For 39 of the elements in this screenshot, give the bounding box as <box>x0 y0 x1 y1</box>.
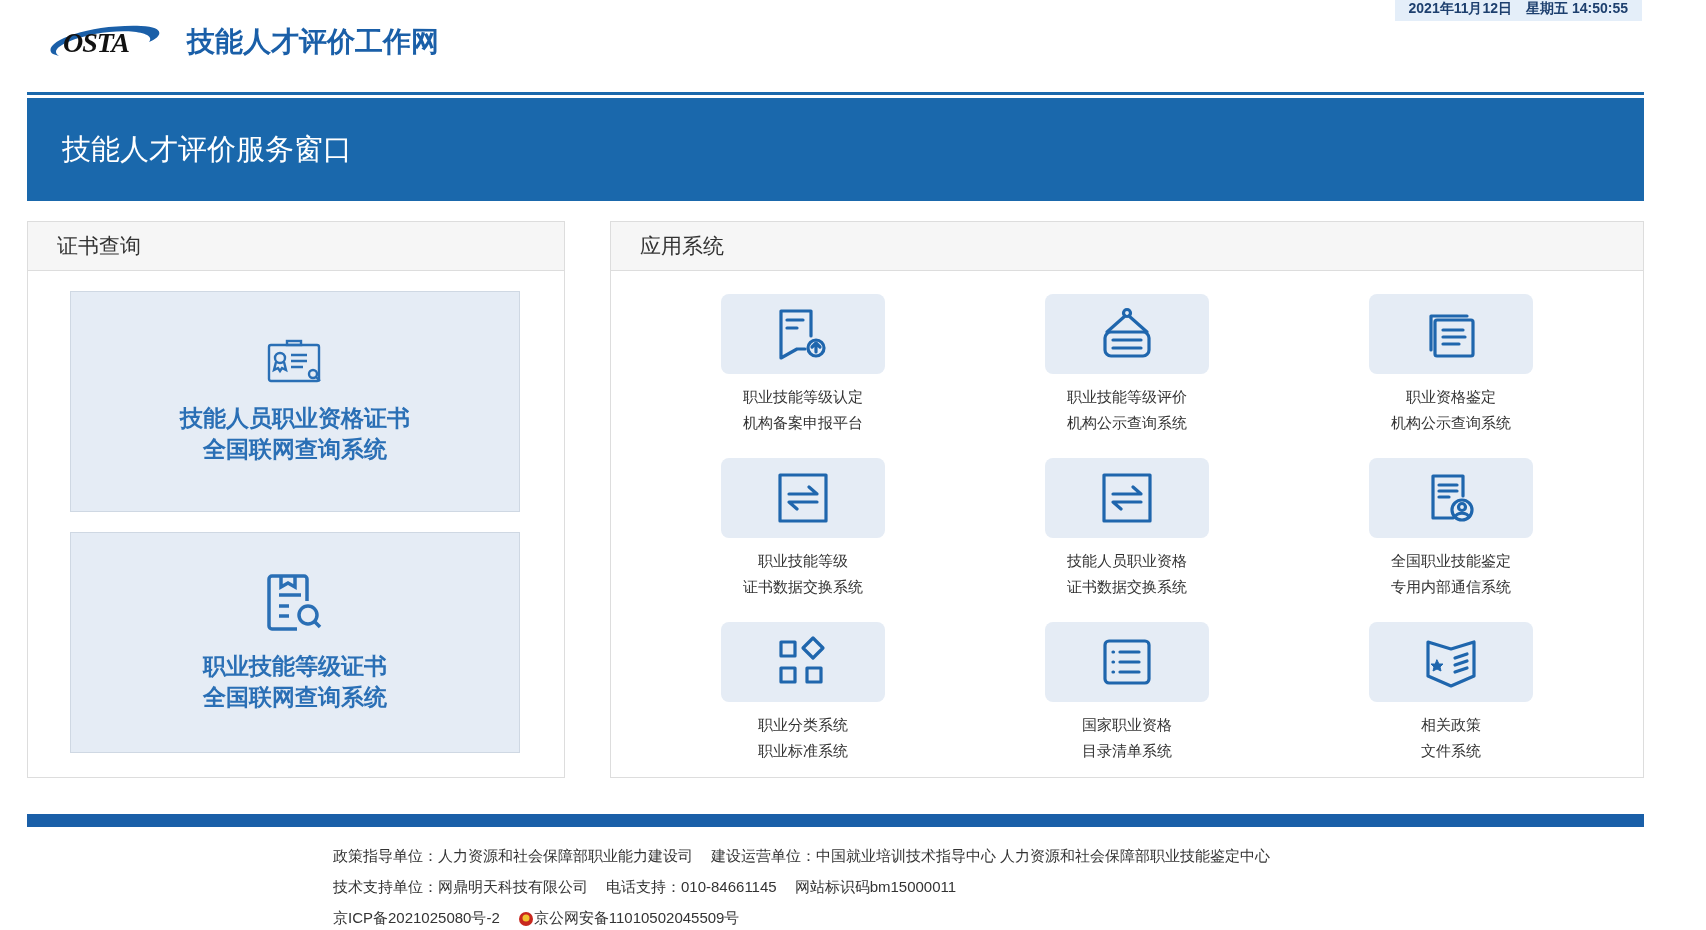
footer-text: 网站标识码bm15000011 <box>794 878 957 897</box>
panel-title: 证书查询 <box>57 233 141 259</box>
exchange-arrows-icon <box>775 470 831 526</box>
app-tile[interactable] <box>721 458 885 538</box>
footer-text: 建设运营单位：中国就业培训技术指导中心 人力资源和社会保障部职业技能鉴定中心 <box>711 847 1271 866</box>
app-link[interactable]: 职业资格鉴定 机构公示查询系统 <box>1391 384 1511 436</box>
panel-title: 应用系统 <box>640 233 724 259</box>
logo-text: OSTA <box>63 27 130 59</box>
app-link[interactable]: 全国职业技能鉴定 专用内部通信系统 <box>1391 548 1511 600</box>
emblem-icon <box>517 910 534 927</box>
query-card[interactable]: 技能人员职业资格证书 全国联网查询系统 <box>70 291 520 512</box>
app-link[interactable]: 职业技能等级认定 机构备案申报平台 <box>743 384 863 436</box>
exchange-arrows-icon <box>1099 470 1155 526</box>
app-tile[interactable] <box>721 622 885 702</box>
footer-text: 技术支持单位：网鼎明天科技有限公司 <box>333 878 588 897</box>
card-title: 技能人员职业资格证书 全国联网查询系统 <box>180 403 410 464</box>
app-link[interactable]: 职业分类系统 职业标准系统 <box>758 712 848 764</box>
banner-title: 技能人才评价服务窗口 <box>62 131 352 167</box>
app-tile[interactable] <box>1045 294 1209 374</box>
app-tile[interactable] <box>1369 458 1533 538</box>
footer-text: 政策指导单位：人力资源和社会保障部职业能力建设司 <box>333 847 693 866</box>
date-time: 2021年11月12日 星期五 14:50:55 <box>1394 0 1642 21</box>
app-link[interactable]: 相关政策 文件系统 <box>1421 712 1481 764</box>
app-tile[interactable] <box>1369 294 1533 374</box>
footer-text: 京公网安备11010502045509号 <box>533 909 740 928</box>
app-link[interactable]: 国家职业资格 目录清单系统 <box>1082 712 1172 764</box>
query-card[interactable]: 职业技能等级证书 全国联网查询系统 <box>70 532 520 753</box>
footer-text: 电话支持：010-84661145 <box>606 878 777 897</box>
app-tile[interactable] <box>721 294 885 374</box>
card-title: 职业技能等级证书 全国联网查询系统 <box>203 651 387 712</box>
certificate-search-icon <box>267 338 323 385</box>
footer-text: 京ICP备2021025080号-2 <box>333 909 500 928</box>
app-tile[interactable] <box>1045 622 1209 702</box>
site-title: 技能人才评价工作网 <box>187 25 439 59</box>
app-link[interactable]: 职业技能等级 证书数据交换系统 <box>743 548 863 600</box>
app-tile[interactable] <box>1045 458 1209 538</box>
app-link[interactable]: 技能人员职业资格 证书数据交换系统 <box>1067 548 1187 600</box>
app-tile[interactable] <box>1369 622 1533 702</box>
app-link[interactable]: 职业技能等级评价 机构公示查询系统 <box>1067 384 1187 436</box>
